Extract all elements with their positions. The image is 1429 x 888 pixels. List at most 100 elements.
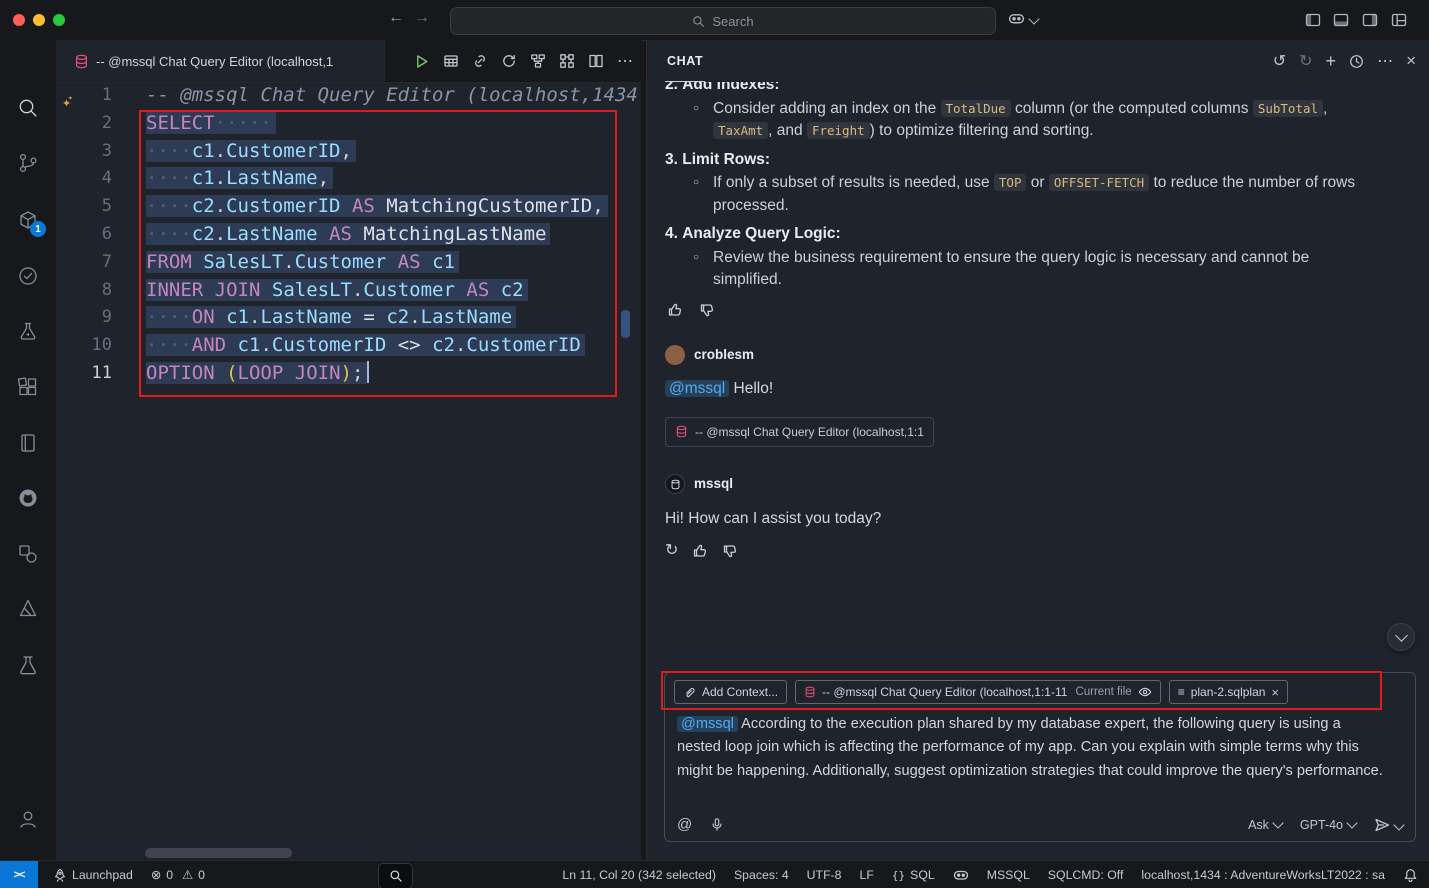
thumbs-down-icon[interactable] [699,302,715,318]
chat-input-box[interactable]: Add Context... -- @mssql Chat Query Edit… [664,672,1416,842]
line-number[interactable]: 4 [56,165,112,193]
launchpad-item[interactable]: Launchpad [44,861,142,888]
copilot-menu-button[interactable] [1008,10,1038,27]
user-message-header: croblesm [665,344,1408,367]
code-line[interactable]: ····AND c1.CustomerID <> c2.CustomerID [146,332,641,360]
connect-icon[interactable] [472,53,488,69]
run-debug-icon[interactable] [16,319,40,343]
code-line[interactable]: SELECT····· [146,110,641,138]
customize-layout-icon[interactable] [1391,12,1407,28]
thumbs-up-icon[interactable] [692,543,708,559]
language-item[interactable]: {}SQL [883,861,944,888]
chat-undo-icon[interactable]: ↺ [1273,51,1286,71]
results-grid-icon[interactable] [443,53,459,69]
chat-more-icon[interactable]: ⋯ [1377,51,1393,71]
cursor-position-item[interactable]: Ln 11, Col 20 (342 selected) [553,861,725,888]
copilot-status-icon[interactable] [944,861,978,888]
scroll-down-button[interactable] [1387,623,1415,651]
line-number[interactable]: 8 [56,277,112,305]
eye-icon[interactable] [1138,685,1152,699]
change-connection-icon[interactable] [501,53,517,69]
context-file-chip[interactable]: -- @mssql Chat Query Editor (localhost,1… [795,680,1161,704]
code-editor[interactable]: ✦✦ 1234567891011 -- @mssql Chat Query Ed… [56,82,641,860]
line-number[interactable]: 1 [56,82,112,110]
more-actions-icon[interactable]: ⋯ [617,51,633,71]
nav-forward-icon[interactable]: → [414,9,430,27]
github-icon[interactable] [16,486,40,510]
traffic-light-minimize[interactable] [33,14,45,26]
code-line[interactable]: FROM SalesLT.Customer AS c1 [146,249,641,277]
chat-input-text[interactable]: @mssql According to the execution plan s… [665,704,1415,783]
line-number[interactable]: 7 [56,249,112,277]
line-number[interactable]: 11 [56,360,112,388]
code-line[interactable]: ····c2.CustomerID AS MatchingCustomerID, [146,193,641,221]
line-number[interactable]: 6 [56,221,112,249]
remote-explorer-icon[interactable]: 1 [16,208,40,232]
assistant-message-header: mssql [665,473,1408,496]
code-line[interactable]: OPTION (LOOP JOIN); [146,360,641,388]
layout-sidebar-right-icon[interactable] [1362,12,1378,28]
encoding-item[interactable]: UTF-8 [798,861,851,888]
mention-chip[interactable]: @mssql [677,716,738,732]
thumbs-up-icon[interactable] [667,302,683,318]
chat-close-icon[interactable]: × [1406,51,1416,71]
inline-code: OFFSET-FETCH [1049,174,1149,191]
send-button[interactable] [1374,817,1403,833]
regenerate-icon[interactable]: ↻ [665,540,678,563]
line-number[interactable]: 2 [56,110,112,138]
remove-context-icon[interactable]: × [1271,685,1279,700]
schema-visualize-icon[interactable] [530,53,546,69]
chat-history-icon[interactable] [1349,54,1364,69]
chat-redo-icon[interactable]: ↻ [1299,51,1312,71]
query-plan-icon[interactable] [559,53,575,69]
split-editor-icon[interactable] [588,53,604,69]
notifications-bell-icon[interactable] [1394,861,1427,888]
tab-chat[interactable]: CHAT [665,40,705,82]
line-number[interactable]: 9 [56,304,112,332]
microphone-icon[interactable] [710,817,724,832]
model-picker[interactable]: GPT-4o [1300,818,1356,832]
code-line[interactable]: ····c1.LastName, [146,165,641,193]
sqlcmd-item[interactable]: SQLCMD: Off [1039,861,1133,888]
line-number[interactable]: 5 [56,193,112,221]
nav-back-icon[interactable]: ← [388,9,404,27]
code-line[interactable]: ····c1.CustomerID, [146,138,641,166]
connection-item[interactable]: localhost,1434 : AdventureWorksLT2022 : … [1132,861,1394,888]
traffic-light-close[interactable] [13,14,25,26]
layout-panel-icon[interactable] [1333,12,1349,28]
context-plan-chip[interactable]: ≡ plan-2.sqlplan × [1169,680,1288,704]
eol-item[interactable]: LF [851,861,883,888]
account-icon[interactable] [16,807,40,831]
code-line[interactable]: ····ON c1.LastName = c2.LastName [146,304,641,332]
code-line[interactable]: INNER JOIN SalesLT.Customer AS c2 [146,277,641,305]
attached-file-chip[interactable]: -- @mssql Chat Query Editor (localhost,1… [665,417,934,448]
horizontal-scrollbar-thumb[interactable] [145,848,292,858]
mention-chip[interactable]: @mssql [665,380,729,397]
code-line[interactable]: -- @mssql Chat Query Editor (localhost,1… [146,82,641,110]
add-context-chip[interactable]: Add Context... [674,680,787,704]
remote-indicator[interactable]: >< [0,861,38,888]
run-query-button[interactable] [413,53,430,70]
notebook-icon[interactable] [16,431,40,455]
indentation-item[interactable]: Spaces: 4 [725,861,798,888]
traffic-light-zoom[interactable] [53,14,65,26]
line-number[interactable]: 3 [56,138,112,166]
problems-item[interactable]: ⊗0 ⚠0 [142,861,214,888]
testing-icon[interactable] [16,264,40,288]
command-center-search[interactable]: Search [450,7,996,35]
thumbs-down-icon[interactable] [722,543,738,559]
database-projects-icon[interactable] [16,653,40,677]
mention-picker-icon[interactable]: @ [677,816,692,833]
mode-picker[interactable]: Ask [1248,818,1282,832]
search-icon[interactable] [16,96,40,120]
line-number[interactable]: 10 [56,332,112,360]
code-line[interactable]: ····c2.LastName AS MatchingLastName [146,221,641,249]
live-share-icon[interactable] [16,542,40,566]
extensions-icon[interactable] [16,375,40,399]
tab-query-editor[interactable]: -- @mssql Chat Query Editor (localhost,1 [56,40,385,82]
source-control-icon[interactable] [16,151,40,175]
layout-sidebar-left-icon[interactable] [1305,12,1321,28]
new-chat-icon[interactable]: + [1326,51,1337,72]
mssql-item[interactable]: MSSQL [978,861,1039,888]
azure-icon[interactable] [16,596,40,620]
